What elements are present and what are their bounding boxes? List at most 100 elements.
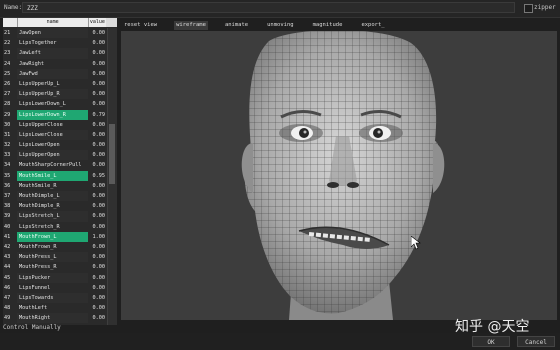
table-row[interactable]: 27 LipsUpperUp_R 0.00 xyxy=(3,89,106,100)
table-row[interactable]: 21 JawOpen 0.00 xyxy=(3,28,106,39)
row-value[interactable]: 0.00 xyxy=(88,201,106,211)
row-name[interactable]: LipsFunnel xyxy=(17,283,88,293)
row-name[interactable]: LipsTowards xyxy=(17,292,88,304)
row-value[interactable]: 0.00 xyxy=(88,140,106,150)
row-value[interactable]: 0.00 xyxy=(88,252,106,262)
row-value[interactable]: 0.00 xyxy=(88,59,106,69)
row-value[interactable]: 0.00 xyxy=(88,38,106,48)
table-row[interactable]: 23 JawLeft 0.00 xyxy=(3,48,106,59)
row-name[interactable]: MouthPress_L xyxy=(17,252,88,263)
row-value[interactable]: 0.00 xyxy=(88,293,106,303)
tab-animate[interactable]: animate xyxy=(223,21,250,30)
row-name[interactable]: LipsTogether xyxy=(17,38,88,48)
row-name[interactable]: LipsLowerOpen xyxy=(17,140,88,150)
row-value[interactable]: 0.00 xyxy=(88,160,106,170)
table-row[interactable]: 22 LipsTogether 0.00 xyxy=(3,38,106,48)
table-row[interactable]: 31 LipsLowerClose 0.00 xyxy=(3,129,106,141)
tab-resetview[interactable]: reset view xyxy=(122,21,159,30)
row-value[interactable]: 0.00 xyxy=(88,273,106,283)
tab-export[interactable]: export_ xyxy=(359,21,386,30)
row-value[interactable]: 0.00 xyxy=(88,89,106,99)
row-value[interactable]: 0.00 xyxy=(88,262,106,272)
row-name[interactable]: MouthFrown_L xyxy=(17,231,88,242)
row-name[interactable]: MouthLeft xyxy=(17,303,88,313)
tab-wireframe[interactable]: wireframe xyxy=(174,21,208,30)
table-row[interactable]: 24 JawRight 0.00 xyxy=(3,59,106,69)
table-row[interactable]: 36 MouthSmile_R 0.00 xyxy=(3,181,106,191)
zipper-checkbox[interactable] xyxy=(524,4,533,13)
row-value[interactable]: 0.00 xyxy=(88,79,106,89)
table-row[interactable]: 35 MouthSmile_L 0.95 xyxy=(3,170,106,181)
table-row[interactable]: 45 LipsPucker 0.00 xyxy=(3,272,106,283)
row-name[interactable]: LipsLowerDown_L xyxy=(17,99,88,109)
ok-button[interactable]: OK xyxy=(472,336,510,347)
control-manually-toggle[interactable]: Control Manually xyxy=(3,324,61,331)
table-row[interactable]: 29 LipsLowerDown_R 0.79 xyxy=(3,109,106,120)
row-name[interactable]: LipsUpperUp_R xyxy=(17,89,88,100)
table-scrollbar[interactable] xyxy=(107,28,117,325)
table-row[interactable]: 49 MouthRight 0.00 xyxy=(3,313,106,324)
row-value[interactable]: 0.00 xyxy=(88,313,106,323)
row-value[interactable]: 0.00 xyxy=(88,150,106,160)
row-name[interactable]: LipsLowerClose xyxy=(17,129,88,141)
tab-magnitude[interactable]: magnitude xyxy=(311,21,345,30)
row-name[interactable]: LipsLowerDown_R xyxy=(17,109,88,120)
table-row[interactable]: 38 MouthDimple_R 0.00 xyxy=(3,201,106,211)
row-value[interactable]: 0.00 xyxy=(88,48,106,58)
table-row[interactable]: 25 JawFwd 0.00 xyxy=(3,68,106,79)
table-row[interactable]: 41 MouthFrown_L 1.00 xyxy=(3,231,106,242)
row-name[interactable]: MouthSmile_L xyxy=(17,170,88,181)
table-row[interactable]: 28 LipsLowerDown_L 0.00 xyxy=(3,99,106,109)
row-value[interactable]: 0.00 xyxy=(88,191,106,201)
row-value[interactable]: 0.00 xyxy=(88,99,106,109)
row-name[interactable]: LipsUpperClose xyxy=(17,120,88,130)
scrollbar-thumb[interactable] xyxy=(109,124,115,184)
row-name[interactable]: MouthDimple_R xyxy=(17,201,88,211)
table-row[interactable]: 42 MouthFrown_R 0.00 xyxy=(3,242,106,252)
row-name[interactable]: JawFwd xyxy=(17,68,88,79)
header-value[interactable]: value xyxy=(88,18,107,27)
row-name[interactable]: MouthSharpCornerPull xyxy=(17,160,88,170)
row-name[interactable]: LipsUpperUp_L xyxy=(17,79,88,89)
row-name[interactable]: MouthDimple_L xyxy=(17,191,88,202)
row-name[interactable]: LipsUpperOpen xyxy=(17,150,88,161)
row-name[interactable]: JawLeft xyxy=(17,48,88,59)
table-row[interactable]: 33 LipsUpperOpen 0.00 xyxy=(3,150,106,161)
row-value[interactable]: 0.00 xyxy=(88,130,106,140)
row-name[interactable]: JawRight xyxy=(17,59,88,69)
row-name[interactable]: JawOpen xyxy=(17,28,88,39)
row-value[interactable]: 0.00 xyxy=(88,303,106,313)
row-value[interactable]: 0.79 xyxy=(88,110,106,120)
row-name[interactable]: MouthRight xyxy=(17,313,88,324)
table-row[interactable]: 34 MouthSharpCornerPull 0.00 xyxy=(3,160,106,170)
row-value[interactable]: 0.00 xyxy=(88,28,106,38)
table-row[interactable]: 37 MouthDimple_L 0.00 xyxy=(3,191,106,202)
row-name[interactable]: LipsStretch_R xyxy=(17,222,88,232)
row-name[interactable]: MouthFrown_R xyxy=(17,242,88,252)
table-row[interactable]: 44 MouthPress_R 0.00 xyxy=(3,262,106,272)
row-value[interactable]: 0.00 xyxy=(88,69,106,79)
table-row[interactable]: 40 LipsStretch_R 0.00 xyxy=(3,222,106,232)
row-value[interactable]: 0.00 xyxy=(88,181,106,191)
table-row[interactable]: 43 MouthPress_L 0.00 xyxy=(3,252,106,263)
table-row[interactable]: 30 LipsUpperClose 0.00 xyxy=(3,120,106,130)
table-row[interactable]: 32 LipsLowerOpen 0.00 xyxy=(3,140,106,150)
row-value[interactable]: 0.00 xyxy=(88,211,106,221)
table-row[interactable]: 26 LipsUpperUp_L 0.00 xyxy=(3,79,106,89)
row-name[interactable]: MouthPress_R xyxy=(17,262,88,272)
table-row[interactable]: 47 LipsTowards 0.00 xyxy=(3,292,106,304)
cancel-button[interactable]: Cancel xyxy=(517,336,555,347)
row-name[interactable]: LipsPucker xyxy=(17,272,88,283)
row-name[interactable]: MouthSmile_R xyxy=(17,181,88,191)
row-value[interactable]: 0.00 xyxy=(88,120,106,130)
table-row[interactable]: 39 LipsStretch_L 0.00 xyxy=(3,211,106,222)
header-name[interactable]: name xyxy=(17,18,89,27)
table-row[interactable]: 48 MouthLeft 0.00 xyxy=(3,303,106,313)
row-value[interactable]: 1.00 xyxy=(88,232,106,242)
3d-viewport[interactable] xyxy=(121,31,557,320)
table-row[interactable]: 46 LipsFunnel 0.00 xyxy=(3,283,106,293)
row-value[interactable]: 0.00 xyxy=(88,242,106,252)
name-input[interactable]: ZZZ xyxy=(22,2,515,13)
row-value[interactable]: 0.00 xyxy=(88,283,106,293)
row-value[interactable]: 0.95 xyxy=(88,171,106,181)
